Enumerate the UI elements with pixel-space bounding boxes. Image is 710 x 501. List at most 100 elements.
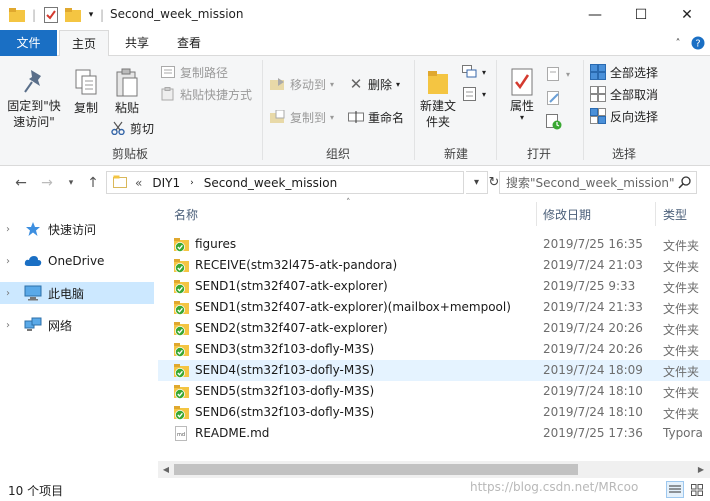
file-row[interactable]: SEND3(stm32f103-dofly-M3S) 2019/7/24 20:2… [158, 339, 710, 360]
scissors-icon [110, 120, 126, 136]
customize-quick-access-icon[interactable]: ▾ [86, 6, 96, 24]
breadcrumb-current[interactable]: Second_week_mission [204, 176, 338, 190]
forward-arrow-icon[interactable]: → [38, 174, 56, 192]
expand-chevron-icon[interactable]: › [6, 224, 20, 235]
back-arrow-icon[interactable]: ← [12, 174, 30, 192]
expand-chevron-icon[interactable]: › [6, 320, 20, 331]
details-view-button[interactable] [666, 481, 684, 498]
open-button[interactable]: ▾ [546, 64, 570, 84]
new-folder-button[interactable]: 新建文件夹 [418, 68, 458, 130]
nav-label: 此电脑 [48, 286, 85, 301]
file-row[interactable]: SEND1(stm32f407-atk-explorer)(mailbox+me… [158, 297, 710, 318]
paste-shortcut-icon [160, 86, 176, 102]
title-bar: | ▾ | Second_week_mission — ☐ ✕ [0, 0, 710, 30]
column-header-date[interactable]: 修改日期 [543, 206, 591, 223]
expand-chevron-icon[interactable]: › [6, 256, 20, 267]
paste-button[interactable]: 粘贴 [108, 68, 146, 116]
breadcrumb-diy1[interactable]: DIY1 [152, 176, 180, 190]
file-type: 文件夹 [663, 344, 700, 358]
file-row[interactable]: RECEIVE(stm32l475-atk-pandora) 2019/7/24 … [158, 255, 710, 276]
svg-text:?: ? [695, 39, 700, 50]
copy-path-icon [160, 64, 176, 80]
file-type: Typora [663, 426, 703, 440]
new-folder-quick-icon[interactable] [64, 6, 82, 24]
edit-button[interactable] [546, 88, 566, 108]
column-header-name[interactable]: 名称 [174, 206, 198, 223]
column-divider[interactable] [536, 202, 537, 226]
copy-button[interactable]: 复制 [68, 68, 104, 116]
horizontal-scrollbar[interactable]: ◀ ▶ [158, 461, 710, 478]
scroll-right-icon[interactable]: ▶ [694, 463, 708, 476]
address-bar[interactable]: « DIY1 › Second_week_mission [106, 171, 464, 194]
large-icons-view-icon [691, 483, 703, 496]
move-to-button[interactable]: 移动到 ▾ [270, 74, 334, 94]
file-row[interactable]: SEND1(stm32f407-atk-explorer) 2019/7/25 9… [158, 276, 710, 297]
ribbon-separator [414, 60, 415, 160]
search-input[interactable]: 搜索"Second_week_mission" [499, 171, 697, 194]
expand-chevron-icon[interactable]: › [6, 288, 20, 299]
watermark-text: https://blog.csdn.net/MRcoo [470, 480, 639, 494]
tab-share[interactable]: 共享 [114, 30, 160, 56]
column-divider[interactable] [655, 202, 656, 226]
file-type: 文件夹 [663, 323, 700, 337]
copy-label: 复制 [73, 101, 98, 115]
up-arrow-icon[interactable]: ↑ [84, 174, 102, 192]
tab-view[interactable]: 查看 [166, 30, 212, 56]
file-date: 2019/7/24 20:26 [543, 321, 643, 335]
select-all-button[interactable]: 全部选择 [590, 62, 658, 82]
history-button[interactable] [546, 112, 566, 132]
paste-shortcut-button[interactable]: 粘贴快捷方式 [160, 84, 252, 104]
window-title: Second_week_mission [110, 7, 244, 21]
copy-to-button[interactable]: 复制到 ▾ [270, 107, 334, 127]
nav-item-network[interactable]: › 网络 [0, 314, 154, 336]
breadcrumb-chevron-icon[interactable]: › [190, 178, 194, 188]
copy-path-button[interactable]: 复制路径 [160, 62, 228, 82]
clipboard-group-label: 剪贴板 [111, 147, 148, 161]
file-row[interactable]: md README.md 2019/7/25 17:36 Typora [158, 423, 710, 444]
scroll-left-icon[interactable]: ◀ [159, 463, 173, 476]
select-none-button[interactable]: 全部取消 [590, 84, 658, 104]
help-icon[interactable]: ? [690, 35, 706, 51]
file-name: README.md [195, 426, 270, 440]
maximize-button[interactable]: ☐ [618, 0, 664, 30]
select-all-label: 全部选择 [610, 65, 659, 80]
delete-button[interactable]: ✕ 删除 ▾ [348, 74, 400, 94]
ribbon-separator [583, 60, 584, 160]
minimize-button[interactable]: — [572, 0, 618, 30]
file-row[interactable]: SEND6(stm32f103-dofly-M3S) 2019/7/24 18:1… [158, 402, 710, 423]
pin-quick-access-button[interactable]: 固定到"快速访问" [4, 68, 66, 130]
file-date: 2019/7/24 18:10 [543, 405, 643, 419]
search-icon[interactable] [678, 175, 692, 192]
properties-quick-icon[interactable] [42, 6, 60, 24]
file-date: 2019/7/25 16:35 [543, 237, 643, 251]
tab-file[interactable]: 文件 [0, 30, 57, 56]
cut-button[interactable]: 剪切 [110, 118, 154, 138]
nav-item-onedrive[interactable]: › OneDrive [0, 250, 154, 272]
file-row[interactable]: SEND5(stm32f103-dofly-M3S) 2019/7/24 18:1… [158, 381, 710, 402]
file-row[interactable]: figures 2019/7/25 16:35 文件夹 [158, 234, 710, 255]
file-row[interactable]: SEND4(stm32f103-dofly-M3S) 2019/7/24 18:0… [158, 360, 710, 381]
close-button[interactable]: ✕ [664, 0, 710, 30]
address-dropdown-icon[interactable]: ▾ [466, 171, 488, 194]
tab-home[interactable]: 主页 [59, 30, 109, 57]
invert-selection-icon [590, 108, 606, 124]
refresh-icon[interactable]: ↻ [489, 171, 500, 194]
file-type: 文件夹 [663, 407, 700, 421]
properties-button[interactable]: 属性 ▾ [502, 68, 542, 122]
nav-item-this-pc[interactable]: › 此电脑 [0, 282, 154, 304]
large-icons-view-button[interactable] [688, 481, 706, 498]
column-header-type[interactable]: 类型 [663, 206, 687, 223]
recent-locations-icon[interactable]: ▾ [62, 174, 80, 192]
scrollbar-thumb[interactable] [174, 464, 578, 475]
address-overflow[interactable]: « [135, 176, 142, 190]
easy-access-button[interactable]: ▾ [462, 84, 486, 104]
move-to-icon [270, 76, 286, 92]
invert-selection-button[interactable]: 反向选择 [590, 106, 658, 126]
file-row[interactable]: SEND2(stm32f407-atk-explorer) 2019/7/24 2… [158, 318, 710, 339]
nav-item-quick-access[interactable]: › 快速访问 [0, 218, 154, 240]
open-icon [546, 66, 562, 82]
rename-button[interactable]: 重命名 [348, 107, 404, 127]
pin-icon [24, 70, 41, 93]
collapse-ribbon-icon[interactable]: ˄ [670, 35, 686, 51]
new-item-button[interactable]: ▾ [462, 62, 486, 82]
